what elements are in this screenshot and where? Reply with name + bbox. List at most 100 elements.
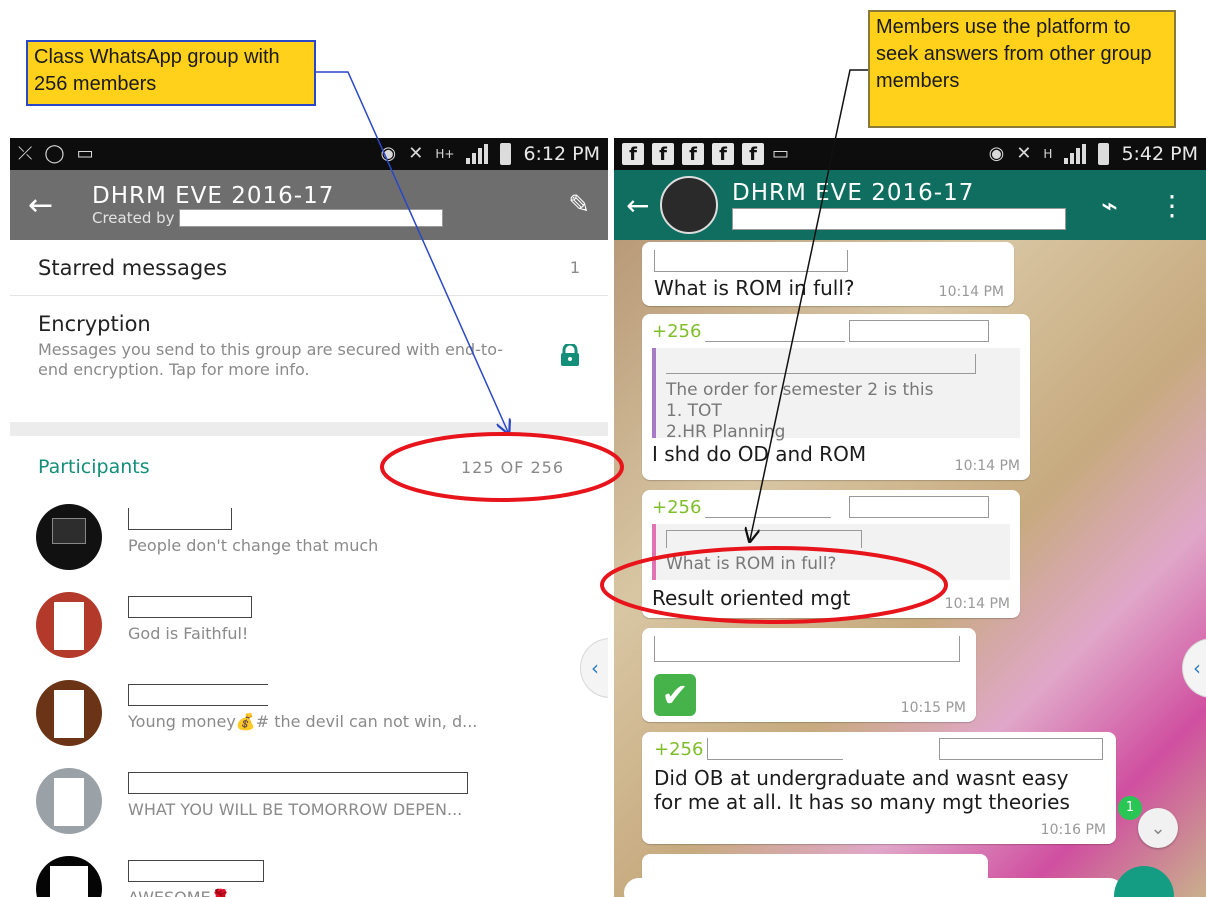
- sender-number: +256: [652, 320, 702, 342]
- avatar: [36, 504, 102, 570]
- status-time: 5:42 PM: [1121, 143, 1198, 165]
- facebook-icon: f: [682, 143, 704, 165]
- participant-status: WHAT YOU WILL BE TOMORROW DEPEN...: [128, 800, 463, 819]
- battery-icon: [500, 143, 512, 165]
- edit-pencil-icon[interactable]: ✎: [568, 190, 590, 220]
- signal-icon: [466, 144, 489, 164]
- redacted-members: [732, 208, 1066, 230]
- missed-call-icon: ⤫: [18, 143, 33, 164]
- more-options-icon[interactable]: ⋮: [1158, 189, 1186, 222]
- message-input[interactable]: [624, 878, 1124, 897]
- mute-icon: ✕: [408, 143, 424, 164]
- message-time: 10:14 PM: [944, 596, 1010, 612]
- group-chat-screen: f f f f f ▭ ◉ ✕ H 5:42 PM ← DHRM EVE 201…: [614, 138, 1206, 897]
- group-info-screen: ⤫ ◯ ▭ ◉ ✕ H+ 6:12 PM ← DHRM EVE 2016-17 …: [10, 138, 608, 897]
- participant-status: God is Faithful!: [128, 624, 249, 643]
- participant-row[interactable]: Young money💰# the devil can not win, d..…: [10, 674, 608, 762]
- whatsapp-icon: ◯: [44, 143, 65, 164]
- back-arrow-icon[interactable]: ←: [28, 188, 78, 223]
- chat-message[interactable]: What is ROM in full? 10:14 PM: [642, 242, 1014, 306]
- participant-status: Young money💰# the devil can not win, d..…: [128, 712, 478, 731]
- scroll-down-button[interactable]: ⌄: [1138, 808, 1178, 848]
- participants-header: Participants 125 OF 256: [10, 436, 608, 498]
- image-icon: ▭: [772, 143, 790, 164]
- check-mark-icon: ✔: [654, 674, 696, 716]
- encryption-title: Encryption: [38, 312, 151, 336]
- redacted-creator: [178, 209, 443, 227]
- participant-status: AWESOME🌹: [128, 888, 264, 897]
- message-time: 10:14 PM: [954, 458, 1020, 474]
- message-text: Did OB at undergraduate and wasnt easy f…: [654, 766, 1070, 814]
- unread-count-badge: 1: [1118, 796, 1142, 820]
- participant-row[interactable]: AWESOME🌹: [10, 850, 608, 897]
- eye-icon: ◉: [380, 143, 397, 164]
- redacted-sender: [654, 250, 848, 272]
- annotation-callout-group-size: Class WhatsApp group with 256 members: [26, 40, 316, 106]
- redacted-sender: [939, 738, 1104, 760]
- battery-icon: [1098, 143, 1110, 165]
- redacted-sender: [849, 320, 990, 342]
- paperclip-icon[interactable]: ⌁: [1101, 189, 1118, 222]
- sender-number: +256: [654, 738, 704, 760]
- sender-number: +256: [652, 496, 702, 518]
- participants-label: Participants: [38, 456, 150, 478]
- redacted-sender: [705, 496, 832, 518]
- lock-icon: [561, 344, 579, 366]
- chat-message[interactable]: +256 What is ROM in full? Result oriente…: [642, 490, 1020, 618]
- quoted-message: The order for semester 2 is this 1. TOT …: [652, 348, 1020, 442]
- h-plus-icon: H+: [435, 147, 455, 161]
- redacted-quote-sender: [666, 530, 862, 548]
- chat-message[interactable]: ✔ 10:15 PM: [642, 628, 976, 722]
- quoted-text: What is ROM in full?: [666, 554, 837, 574]
- avatar: [36, 592, 102, 658]
- redacted-name: [128, 860, 264, 882]
- quoted-text: The order for semester 2 is this 1. TOT …: [666, 380, 934, 442]
- status-bar: ⤫ ◯ ▭ ◉ ✕ H+ 6:12 PM: [10, 138, 608, 170]
- facebook-icon: f: [712, 143, 734, 165]
- message-time: 10:16 PM: [1040, 822, 1106, 838]
- participants-count: 125 OF 256: [460, 457, 564, 477]
- redacted-sender: [654, 636, 960, 662]
- redacted-name: [128, 684, 268, 706]
- redacted-sender: [707, 738, 844, 760]
- avatar: [36, 856, 102, 897]
- signal-icon: [1064, 144, 1087, 164]
- chat-message[interactable]: +256 Did OB at undergraduate and wasnt e…: [642, 732, 1116, 844]
- redacted-quote-sender: [666, 354, 976, 374]
- participant-row[interactable]: People don't change that much: [10, 498, 608, 586]
- redacted-name: [128, 508, 232, 530]
- status-bar: f f f f f ▭ ◉ ✕ H 5:42 PM: [614, 138, 1206, 170]
- group-title: DHRM EVE 2016-17: [92, 183, 335, 209]
- chat-title[interactable]: DHRM EVE 2016-17: [732, 180, 1101, 206]
- redacted-sender: [849, 496, 990, 518]
- chat-toolbar: ← DHRM EVE 2016-17 ⌁ ⋮: [614, 170, 1206, 240]
- h-icon: H: [1043, 147, 1053, 161]
- starred-messages-row[interactable]: Starred messages 1: [10, 240, 608, 296]
- status-time: 6:12 PM: [523, 143, 600, 165]
- back-arrow-icon[interactable]: ←: [626, 189, 654, 222]
- section-divider: [10, 422, 608, 436]
- starred-count: 1: [569, 258, 580, 277]
- group-avatar[interactable]: [660, 176, 718, 234]
- chat-message[interactable]: +256 The order for semester 2 is this 1.…: [642, 314, 1030, 480]
- participant-row[interactable]: God is Faithful!: [10, 586, 608, 674]
- participant-row[interactable]: WHAT YOU WILL BE TOMORROW DEPEN...: [10, 762, 608, 850]
- encryption-description: Messages you send to this group are secu…: [38, 340, 504, 379]
- mute-icon: ✕: [1016, 143, 1032, 164]
- message-time: 10:15 PM: [900, 700, 966, 716]
- quoted-message: What is ROM in full?: [652, 524, 1010, 580]
- avatar: [36, 768, 102, 834]
- facebook-icon: f: [742, 143, 764, 165]
- facebook-icon: f: [652, 143, 674, 165]
- message-time: 10:14 PM: [938, 284, 1004, 300]
- avatar: [36, 680, 102, 746]
- created-by-label: Created by: [92, 209, 175, 227]
- group-info-toolbar: ← DHRM EVE 2016-17 Created by ✎: [10, 170, 608, 240]
- eye-icon: ◉: [988, 143, 1005, 164]
- redacted-sender: [705, 320, 846, 342]
- encryption-row[interactable]: Encryption Messages you send to this gro…: [10, 296, 608, 422]
- redacted-name: [128, 772, 468, 794]
- image-icon: ▭: [76, 143, 94, 164]
- redacted-name: [128, 596, 252, 618]
- participant-status: People don't change that much: [128, 536, 379, 555]
